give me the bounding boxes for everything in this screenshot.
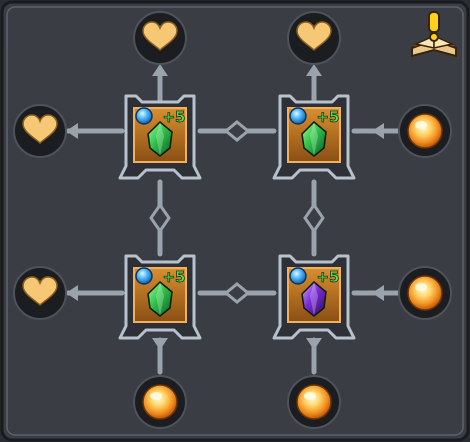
socket-bottom-right[interactable]: +5 [272, 254, 356, 340]
node-left-1[interactable] [13, 104, 67, 158]
gem-level-label: +5 [162, 108, 185, 126]
gem-level-label: +5 [316, 268, 339, 286]
socket-top-right[interactable]: +5 [272, 94, 356, 180]
enhance-badge-icon [135, 107, 153, 125]
socket-top-left[interactable]: +5 [118, 94, 202, 180]
gem-level-label: +5 [316, 108, 339, 126]
gem-socket-board: +5+5+5+5 ! [0, 0, 470, 442]
enhance-badge-icon [289, 267, 307, 285]
enhance-badge-icon [135, 267, 153, 285]
node-left-2[interactable] [13, 266, 67, 320]
panel-background [0, 0, 470, 442]
node-right-2[interactable] [398, 266, 452, 320]
node-bottom-1[interactable] [133, 375, 187, 429]
orb-icon [407, 275, 443, 311]
socket-bottom-left[interactable]: +5 [118, 254, 202, 340]
node-top-1[interactable] [133, 11, 187, 65]
orb-icon [296, 384, 332, 420]
orb-icon [142, 384, 178, 420]
node-top-2[interactable] [287, 11, 341, 65]
node-bottom-2[interactable] [287, 375, 341, 429]
orb-icon [407, 113, 443, 149]
gem-level-label: +5 [162, 268, 185, 286]
node-right-1[interactable] [398, 104, 452, 158]
enhance-badge-icon [289, 107, 307, 125]
